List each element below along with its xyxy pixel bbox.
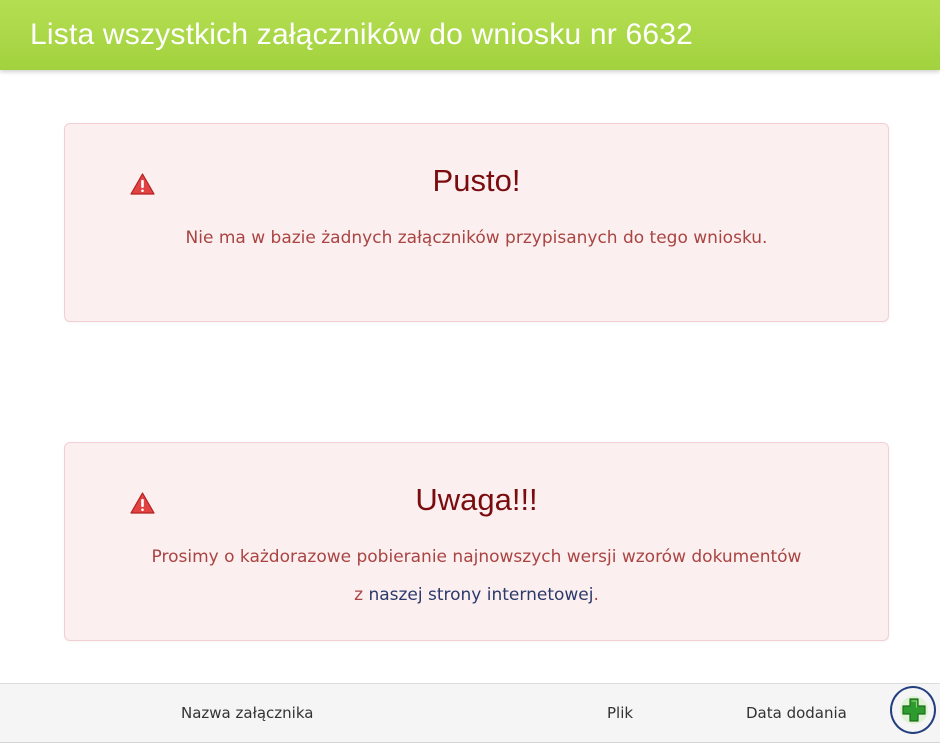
alert-title: Pusto! (432, 163, 521, 198)
attachments-table-header: Nazwa załącznika Plik Data dodania (0, 683, 940, 743)
page-header: Lista wszystkich załączników do wniosku … (0, 0, 940, 70)
empty-alert: Pusto! Nie ma w bazie żadnych załącznikó… (64, 123, 889, 322)
page-title: Lista wszystkich załączników do wniosku … (30, 18, 694, 51)
alert-message: Prosimy o każdorazowe pobieranie najnows… (145, 538, 808, 614)
alert-message-end: . (593, 585, 599, 605)
website-link[interactable]: naszej strony internetowej (368, 585, 593, 605)
column-header-name[interactable]: Nazwa załącznika (181, 704, 313, 722)
alert-message: Nie ma w bazie żadnych załączników przyp… (185, 228, 768, 248)
column-header-date[interactable]: Data dodania (746, 704, 847, 722)
add-plus-icon (900, 696, 928, 724)
notice-alert: Uwaga!!! Prosimy o każdorazowe pobierani… (64, 442, 889, 641)
add-attachment-button[interactable] (890, 686, 936, 734)
alert-title: Uwaga!!! (415, 482, 538, 517)
column-header-file[interactable]: Plik (607, 704, 633, 722)
